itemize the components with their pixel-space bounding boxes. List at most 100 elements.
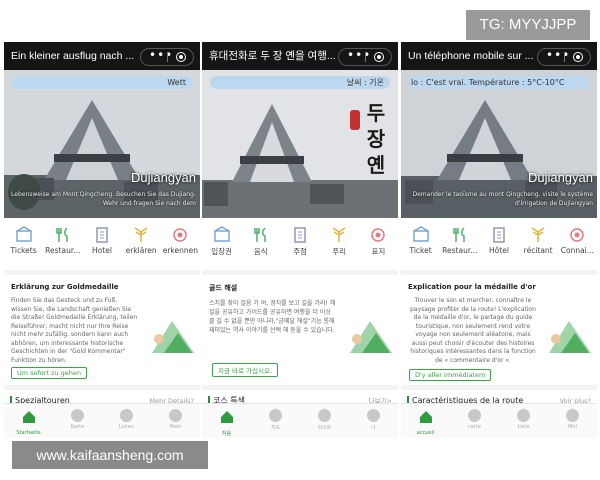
page-title: Un téléphone mobile sur ... (408, 50, 534, 62)
place-name: Dujiangyan (527, 170, 593, 185)
tab-label: 처음 (221, 431, 232, 437)
ticket-entry[interactable]: 입장권 (204, 226, 240, 257)
card-body: Trouver le son et marcher, connaître le … (410, 297, 536, 364)
hotel-label: 주점 (293, 247, 307, 256)
restaurant-icon (453, 227, 465, 242)
phone-french: Un téléphone mobile sur ... ••• lo : C'e… (401, 42, 597, 438)
mini-program-capsule: ••• (537, 48, 591, 66)
red-seal-icon (350, 110, 360, 130)
restaurant-label: 음식 (253, 247, 268, 256)
weather-pill[interactable]: lo : C'est vrai. Température : 5°C-10°C (409, 76, 589, 89)
close-target-icon[interactable] (573, 52, 583, 62)
quick-entry-row: Ticket Restaur... Hôtel récitant Connai.… (401, 218, 597, 270)
list-icon (517, 409, 530, 422)
phone-korean: 휴대전화로 두 장 옌을 여행... ••• 날씨 : 기온 두장옌 입장권 음… (202, 42, 398, 438)
weather-pill[interactable]: Wett (12, 76, 192, 89)
tab-label: 리스트 (317, 425, 332, 431)
more-icon[interactable]: ••• (347, 48, 371, 62)
more-icon[interactable]: ••• (546, 48, 570, 62)
tg-tag: TG: MYYJJPP (466, 10, 590, 40)
tab-list[interactable]: 리스트 (307, 404, 343, 438)
place-name: 두장옌 (366, 101, 386, 177)
guide-illustration (350, 321, 392, 353)
user-icon (367, 409, 380, 422)
home-icon (220, 411, 233, 423)
hero-banner: lo : C'est vrai. Température : 5°C-10°C … (401, 70, 597, 218)
tab-me[interactable]: 나 (356, 404, 392, 438)
hotel-icon (96, 227, 108, 243)
tab-map[interactable]: carte (457, 404, 493, 438)
tab-home[interactable]: Startseite (11, 404, 47, 438)
ticket-label: Ticket (409, 246, 432, 255)
tab-home[interactable]: accueil (408, 404, 444, 438)
page-title: Ein kleiner ausflug nach ... (11, 50, 135, 62)
gold-medal-card: 골드 해설 스치를 찾아 걸음 가 여, 경치를 보고 길을 가라! 해설을 공… (202, 275, 398, 385)
recognize-entry[interactable]: Connai... (559, 226, 595, 255)
tab-label: accueil (416, 430, 435, 436)
tab-bar: accueil carte Liste Moi (401, 403, 597, 438)
tab-home[interactable]: 처음 (209, 404, 245, 438)
tab-label: Karte (70, 424, 85, 430)
tab-me[interactable]: Mein (158, 404, 194, 438)
tab-list[interactable]: Listen (109, 404, 145, 438)
ticket-entry[interactable]: Tickets (6, 226, 42, 255)
restaurant-icon (56, 227, 68, 242)
list-icon (120, 409, 133, 422)
list-icon (318, 409, 331, 422)
explain-entry[interactable]: erklären (123, 226, 159, 255)
tab-bar: 처음 지도 리스트 나 (202, 403, 398, 438)
ticket-entry[interactable]: Ticket (403, 226, 439, 255)
explain-icon (332, 227, 346, 242)
weather-pill[interactable]: 날씨 : 기온 (210, 76, 390, 89)
page-title: 휴대전화로 두 장 옌을 여행... (209, 50, 336, 62)
capsule-divider (365, 52, 366, 62)
tab-label: Mein (169, 424, 182, 430)
hotel-entry[interactable]: Hôtel (481, 226, 517, 255)
home-icon (22, 411, 35, 423)
restaurant-entry[interactable]: Restaur... (45, 226, 81, 255)
recognize-icon (371, 228, 386, 242)
explain-label: erklären (125, 246, 157, 255)
place-name: Dujiangyan (130, 170, 196, 185)
recognize-entry[interactable]: 표지 (360, 226, 396, 257)
restaurant-entry[interactable]: Restaur... (442, 226, 478, 255)
card-title: 골드 해설 (209, 284, 238, 292)
explain-icon (531, 227, 545, 242)
go-now-button[interactable]: D'y aller immédiatem (409, 369, 492, 381)
more-icon[interactable]: ••• (149, 48, 173, 62)
tab-map[interactable]: Karte (60, 404, 96, 438)
ticket-icon (412, 226, 429, 242)
hotel-entry[interactable]: 주점 (282, 226, 318, 257)
restaurant-entry[interactable]: 음식 (243, 226, 279, 257)
recognize-entry[interactable]: erkennen (162, 226, 198, 255)
card-body: Finden Sie das Gesteck und zu Fuß, wisse… (11, 297, 138, 364)
phone-german: Ein kleiner ausflug nach ... ••• Wett Du… (4, 42, 200, 438)
go-now-button[interactable]: Um sofort zu gehen (11, 367, 88, 379)
tab-list[interactable]: Liste (506, 404, 542, 438)
tab-map[interactable]: 지도 (258, 404, 294, 438)
recognize-label: erkennen (162, 246, 198, 255)
tab-label: Liste (517, 424, 530, 430)
card-title: Erklärung zur Goldmedaille (11, 283, 119, 291)
hotel-entry[interactable]: Hotel (84, 226, 120, 255)
ticket-label: Tickets (10, 246, 37, 255)
explain-label: 푸리 (332, 247, 347, 256)
tab-me[interactable]: Moi (555, 404, 591, 438)
go-now-button[interactable]: 지금 바로 가십시오. (212, 363, 279, 377)
site-watermark: www.kaifaansheng.com (12, 441, 208, 469)
tab-label: 지도 (270, 425, 281, 431)
tab-bar: Startseite Karte Listen Mein (4, 403, 200, 438)
close-target-icon[interactable] (374, 52, 384, 62)
title-bar: Ein kleiner ausflug nach ... ••• (4, 42, 200, 70)
title-bar: 휴대전화로 두 장 옌을 여행... ••• (202, 42, 398, 70)
close-target-icon[interactable] (176, 52, 186, 62)
mini-program-capsule: ••• (338, 48, 392, 66)
guide-illustration (152, 321, 194, 353)
card-title: Explication pour la médaille d'or (408, 283, 536, 291)
explain-entry[interactable]: 푸리 (321, 226, 357, 257)
card-body: 스치를 찾아 걸음 가 여, 경치를 보고 길을 가라! 해설을 공유하고 가이… (209, 300, 336, 334)
hotel-label: Hotel (92, 246, 112, 255)
explain-entry[interactable]: récitant (520, 226, 556, 255)
place-intro: Lebensweise am Mont Qingcheng. Besuchen … (11, 191, 196, 207)
quick-entry-row: Tickets Restaur... Hotel erklären erkenn… (4, 218, 200, 270)
